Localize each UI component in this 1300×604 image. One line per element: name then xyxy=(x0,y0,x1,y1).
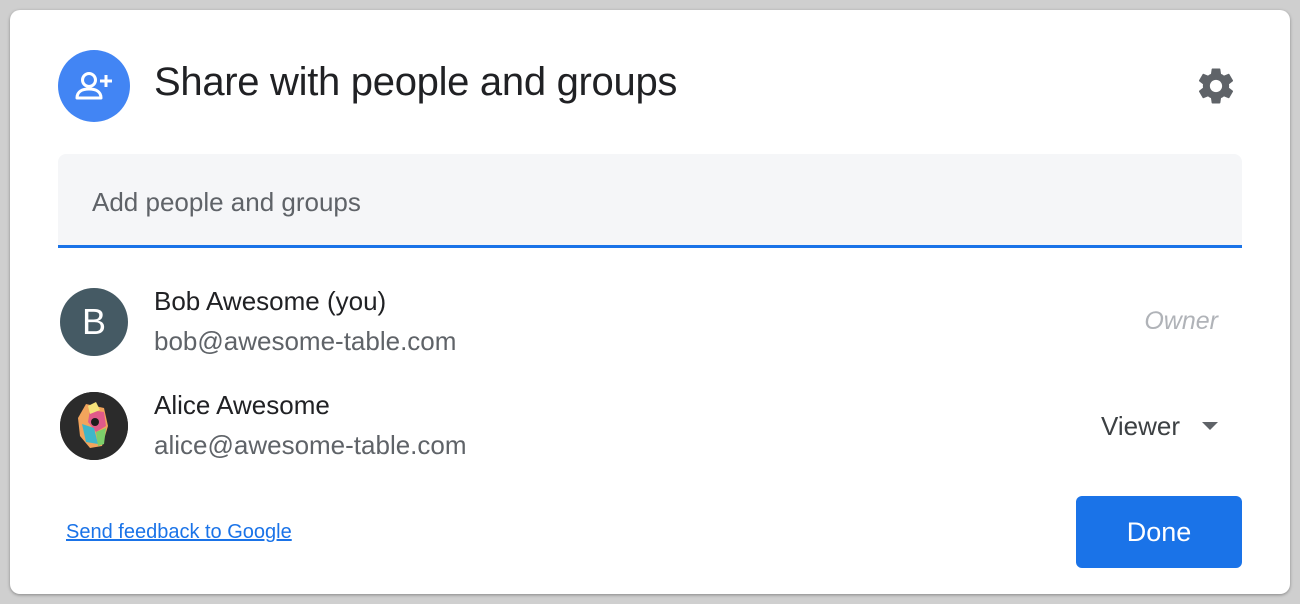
user-photo-icon xyxy=(60,392,128,460)
send-feedback-link[interactable]: Send feedback to Google xyxy=(66,521,292,544)
person-email: alice@awesome-table.com xyxy=(154,430,467,460)
share-dialog: Share with people and groups B Bob Aweso… xyxy=(10,10,1290,594)
role-label-owner: Owner xyxy=(1144,307,1218,335)
gear-icon[interactable] xyxy=(1194,64,1238,108)
person-email: bob@awesome-table.com xyxy=(154,326,457,356)
person-add-icon xyxy=(58,50,130,122)
role-dropdown-label: Viewer xyxy=(1100,410,1180,441)
chevron-down-icon xyxy=(1202,422,1218,430)
person-row-bob: B Bob Awesome (you) bob@awesome-table.co… xyxy=(58,278,1242,366)
avatar: B xyxy=(60,288,128,356)
done-button[interactable]: Done xyxy=(1076,496,1242,568)
role-dropdown[interactable]: Viewer xyxy=(1091,402,1228,450)
avatar-letter: B xyxy=(81,301,106,342)
dialog-title: Share with people and groups xyxy=(154,60,678,104)
person-name: Bob Awesome (you) xyxy=(154,286,387,316)
person-row-alice: Alice Awesome alice@awesome-table.com Vi… xyxy=(58,382,1242,470)
person-name: Alice Awesome xyxy=(154,390,330,420)
add-people-field xyxy=(58,154,1242,248)
add-people-input[interactable] xyxy=(90,181,1194,223)
avatar xyxy=(60,392,128,460)
